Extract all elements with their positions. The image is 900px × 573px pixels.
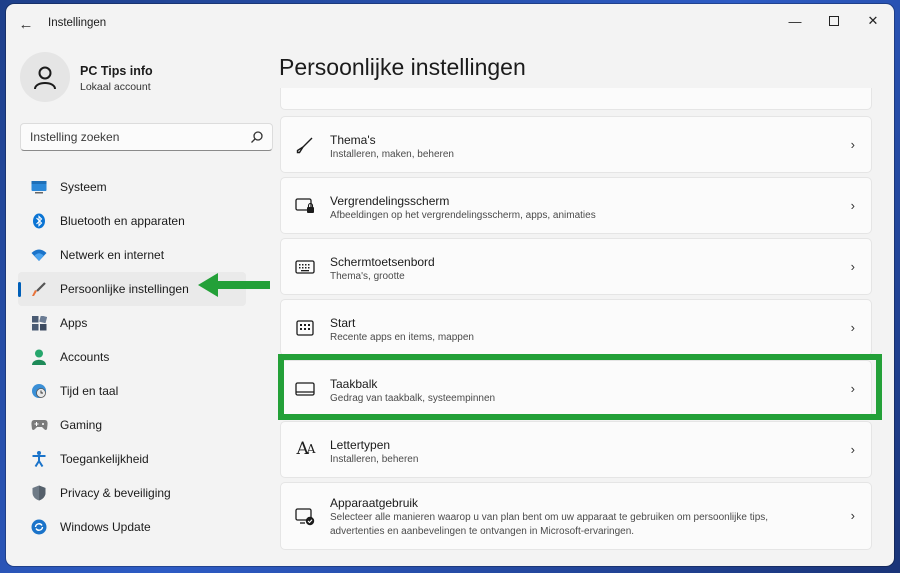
profile-account-type: Lokaal account (80, 81, 151, 93)
font-icon: AA (296, 439, 316, 459)
sidebar-item-label: Apps (60, 316, 88, 330)
search-input[interactable]: Instelling zoeken (20, 123, 273, 151)
search-icon (251, 131, 263, 143)
sidebar-item-accounts[interactable]: Accounts (18, 340, 276, 374)
bluetooth-icon (30, 212, 48, 230)
card-title: Vergrendelingsscherm (330, 194, 450, 208)
sidebar-item-label: Tijd en taal (60, 384, 119, 398)
back-arrow-icon[interactable]: ← (16, 14, 36, 34)
sidebar-item-tijd-en-taal[interactable]: Tijd en taal (18, 374, 276, 408)
annotation-arrow-icon (198, 273, 270, 297)
card-subtitle: Gedrag van taakbalk, systeempinnen (330, 393, 496, 404)
apps-icon (30, 314, 48, 332)
card-title: Taakbalk (330, 377, 378, 391)
card-taakbalk[interactable]: Taakbalk Gedrag van taakbalk, systeempin… (280, 360, 872, 417)
sidebar-item-label: Privacy & beveiliging (60, 486, 171, 500)
globe-clock-icon (30, 382, 48, 400)
settings-window: ← Instellingen — ✕ PC Tips info Lokaal a… (6, 4, 894, 566)
sidebar-item-netwerk[interactable]: Netwerk en internet (18, 238, 276, 272)
card-subtitle: Installeren, maken, beheren (330, 149, 454, 160)
sidebar-item-windows-update[interactable]: Windows Update (18, 510, 276, 544)
person-icon (30, 348, 48, 366)
keyboard-icon (295, 257, 315, 277)
update-icon (30, 518, 48, 536)
maximize-button[interactable] (817, 8, 851, 34)
maximize-icon (829, 16, 839, 26)
card-subtitle: Selecteer alle manieren waarop u van pla… (330, 512, 769, 537)
sidebar-item-toegankelijkheid[interactable]: Toegankelijkheid (18, 442, 276, 476)
close-button[interactable]: ✕ (856, 8, 890, 34)
selection-indicator (18, 282, 21, 297)
sidebar-item-gaming[interactable]: Gaming (18, 408, 276, 442)
search-placeholder: Instelling zoeken (30, 130, 120, 144)
sidebar-item-systeem[interactable]: Systeem (18, 170, 276, 204)
settings-list: Thema's Installeren, maken, beheren › Ve… (280, 88, 872, 566)
card-subtitle: Recente apps en items, mappen (330, 332, 474, 343)
card-subtitle: Afbeeldingen op het vergrendelingsscherm… (330, 210, 596, 221)
card-start[interactable]: Start Recente apps en items, mappen › (280, 299, 872, 356)
card-subtitle: Thema's, grootte (330, 271, 405, 282)
chevron-right-icon: › (850, 508, 855, 523)
sidebar-item-label: Accounts (60, 350, 110, 364)
app-title: Instellingen (48, 17, 107, 29)
sidebar-item-label: Systeem (60, 180, 107, 194)
partial-card (280, 88, 872, 110)
person-icon (34, 66, 56, 90)
page-title: Persoonlijke instellingen (279, 54, 526, 80)
sidebar-item-label: Netwerk en internet (60, 248, 165, 262)
sidebar-item-label: Gaming (60, 418, 103, 432)
card-lettertypen[interactable]: AA Lettertypen Installeren, beheren › (280, 421, 872, 478)
chevron-right-icon: › (850, 320, 855, 335)
card-schermtoetsenbord[interactable]: Schermtoetsenbord Thema's, grootte › (280, 238, 872, 295)
sidebar-item-privacy[interactable]: Privacy & beveiliging (18, 476, 276, 510)
sidebar-item-label: Persoonlijke instellingen (60, 282, 189, 296)
shield-icon (30, 484, 48, 502)
card-subtitle: Installeren, beheren (330, 454, 419, 465)
card-title: Thema's (330, 133, 376, 147)
profile-name: PC Tips info (80, 64, 153, 78)
card-title: Lettertypen (330, 438, 391, 452)
sidebar-item-label: Bluetooth en apparaten (60, 214, 185, 228)
brush-icon (30, 280, 48, 298)
card-title: Schermtoetsenbord (330, 255, 435, 269)
sidebar-nav: Systeem Bluetooth en apparaten Netwerk e… (18, 170, 276, 544)
taskbar-icon (295, 379, 315, 399)
lock-screen-icon (295, 196, 315, 216)
gamepad-icon (30, 416, 48, 434)
chevron-right-icon: › (850, 137, 855, 152)
monitor-icon (30, 178, 48, 196)
chevron-right-icon: › (850, 259, 855, 274)
chevron-right-icon: › (850, 442, 855, 457)
chevron-right-icon: › (850, 381, 855, 396)
chevron-right-icon: › (850, 198, 855, 213)
user-profile[interactable]: PC Tips info Lokaal account (20, 50, 270, 106)
sidebar-item-label: Toegankelijkheid (60, 452, 149, 466)
avatar (20, 52, 70, 102)
card-apparaatgebruik[interactable]: Apparaatgebruik Selecteer alle manieren … (280, 482, 872, 550)
sidebar-item-label: Windows Update (60, 520, 151, 534)
accessibility-icon (30, 450, 48, 468)
sidebar-item-apps[interactable]: Apps (18, 306, 276, 340)
card-themas[interactable]: Thema's Installeren, maken, beheren › (280, 116, 872, 173)
start-icon (295, 318, 315, 338)
title-bar: ← Instellingen — ✕ (6, 4, 894, 44)
sidebar-item-bluetooth[interactable]: Bluetooth en apparaten (18, 204, 276, 238)
minimize-button[interactable]: — (778, 8, 812, 34)
card-title: Apparaatgebruik (330, 496, 419, 510)
brush-icon (295, 135, 315, 155)
wifi-icon (30, 246, 48, 264)
card-title: Start (330, 316, 356, 330)
device-usage-icon (295, 507, 315, 527)
card-vergrendelingsscherm[interactable]: Vergrendelingsscherm Afbeeldingen op het… (280, 177, 872, 234)
